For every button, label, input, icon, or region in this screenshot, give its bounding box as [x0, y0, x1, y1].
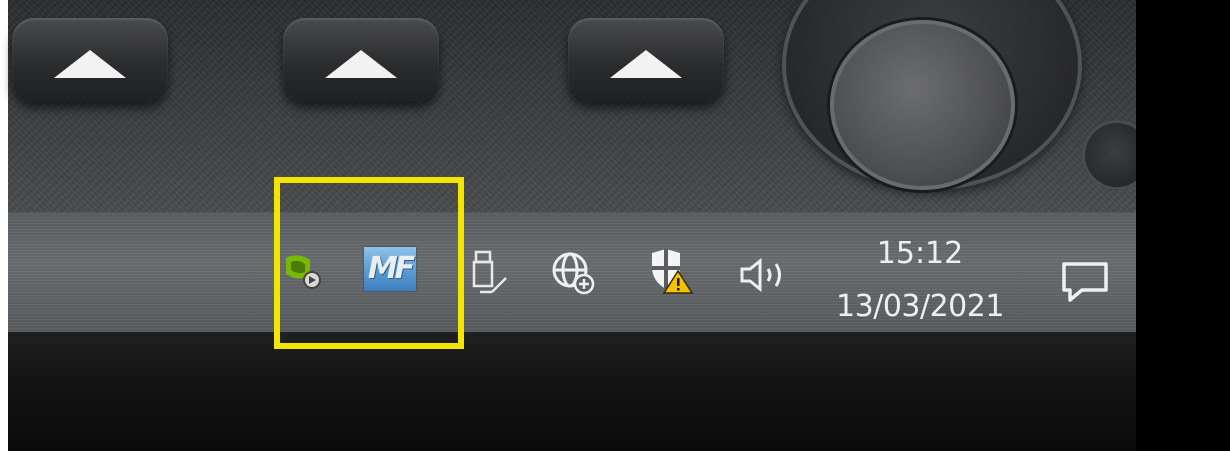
dark-edge	[1136, 0, 1230, 451]
security-shield-warning-icon[interactable]	[648, 247, 694, 295]
highlight-annotation-box	[274, 177, 464, 349]
up-triangle-icon	[54, 50, 126, 78]
hardware-button-3	[568, 18, 724, 102]
network-globe-icon[interactable]	[550, 250, 598, 298]
hardware-button-1	[12, 18, 168, 102]
screen-bezel-bottom	[8, 332, 1136, 451]
clock-time[interactable]: 15:12	[820, 236, 1020, 272]
usb-eject-icon[interactable]	[470, 248, 510, 302]
speaker-volume-icon[interactable]	[738, 255, 792, 295]
clock-date[interactable]: 13/03/2021	[820, 289, 1020, 325]
photo-of-laptop-taskbar: MF 15:12 13/03/2021	[0, 0, 1230, 451]
up-triangle-icon	[325, 50, 397, 78]
hardware-button-2	[283, 18, 439, 102]
rotary-knob	[830, 20, 1015, 190]
up-triangle-icon	[610, 50, 682, 78]
action-center-icon[interactable]	[1060, 260, 1112, 304]
